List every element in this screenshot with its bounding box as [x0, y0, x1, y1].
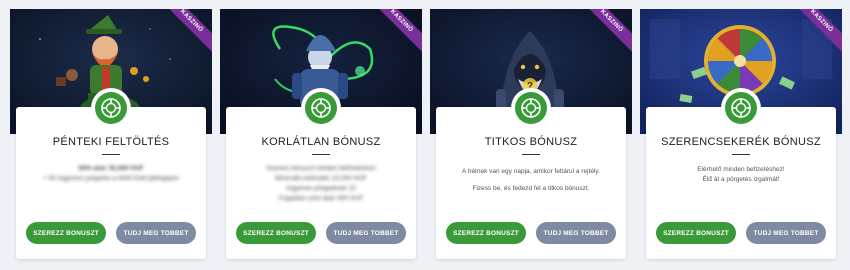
promo-card-penteki: KASZINÓ PÉNTEKI FELTÖLTÉS 50% akár 35,00…	[10, 9, 212, 259]
card-description: Elérhető minden befizetéshez! Élđ át a p…	[656, 165, 826, 185]
desc-line: Fizess be, és fedezd fel a titkos bónusz…	[472, 185, 590, 192]
title-divider	[102, 154, 120, 155]
get-bonus-button[interactable]: SZEREZZ BONUSZT	[236, 222, 316, 244]
promo-card-titkos: ? KASZINÓ TITKOS BÓNUSZ A hétnek van egy…	[430, 9, 632, 259]
card-title: SZERENCSEKERÉK BÓNUSZ	[661, 136, 821, 148]
desc-line: Minimális befizetés 10,000 HUF	[275, 175, 367, 182]
promo-card-szerencsekerek: KASZINÓ SZERENCSEKERÉK BÓNUSZ Elérhető m…	[640, 9, 842, 259]
learn-more-button[interactable]: TUDJ MEG TOBBET	[326, 222, 406, 244]
card-description: 50% akár 35,000 HUF + 50 ingyenes pörget…	[26, 164, 196, 184]
card-title: PÉNTEKI FELTÖLTÉS	[52, 136, 170, 148]
casino-chip-icon	[91, 88, 131, 128]
card-description: A hétnek van egy napja, amikor feltárul …	[446, 165, 616, 195]
desc-line: Szerezz bónuszt minden befizetéskor!	[266, 165, 376, 172]
desc-line: A hétnek van egy napja, amikor feltárul …	[462, 168, 600, 175]
casino-chip-icon	[511, 88, 551, 128]
card-title: TITKOS BÓNUSZ	[484, 136, 578, 148]
get-bonus-button[interactable]: SZEREZZ BONUSZT	[446, 222, 526, 244]
desc-line: Elérhető minden befizetéshez!	[697, 166, 785, 173]
get-bonus-button[interactable]: SZEREZZ BONUSZT	[26, 222, 106, 244]
desc-line: Élđ át a pörgetés izgalmát!	[702, 176, 780, 183]
desc-line: Ingyenes pörgetések 15	[286, 185, 356, 192]
desc-line: + 50 ingyenes pörgetés a Wolf Gold játék…	[43, 175, 179, 182]
learn-more-button[interactable]: TUDJ MEG TOBBET	[116, 222, 196, 244]
desc-line: 50% akár 35,000 HUF	[78, 165, 144, 172]
title-divider	[732, 154, 750, 155]
learn-more-button[interactable]: TUDJ MEG TOBBET	[536, 222, 616, 244]
desc-line: Fogadási szint akár 400 HUF	[278, 195, 364, 202]
get-bonus-button[interactable]: SZEREZZ BONUSZT	[656, 222, 736, 244]
casino-chip-icon	[301, 88, 341, 128]
title-divider	[522, 154, 540, 155]
learn-more-button[interactable]: TUDJ MEG TOBBET	[746, 222, 826, 244]
casino-chip-icon	[721, 88, 761, 128]
promo-card-korlatlan: KASZINÓ KORLÁTLAN BÓNUSZ Szerezz bónuszt…	[220, 9, 422, 259]
card-title: KORLÁTLAN BÓNUSZ	[261, 136, 381, 148]
title-divider	[312, 154, 330, 155]
card-description: Szerezz bónuszt minden befizetéskor! Min…	[236, 164, 406, 204]
